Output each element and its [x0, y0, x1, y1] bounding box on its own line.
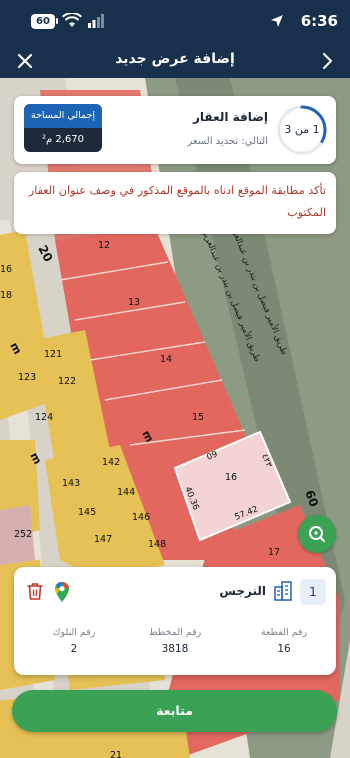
parcel-number: 146: [132, 512, 150, 523]
total-area-value: 2,670 م²: [41, 134, 85, 145]
search-location-icon: [309, 526, 325, 542]
battery-indicator: 60: [31, 14, 55, 29]
step-next-label: التالي: تحديد السعر: [187, 136, 268, 147]
parcel-number: 122: [58, 376, 76, 387]
parcel-number: 143: [62, 478, 80, 489]
parcel-number: 13: [128, 297, 140, 308]
parcel-number-label: رقم القطعة: [260, 627, 308, 638]
plan-number-value: 3818: [161, 643, 189, 655]
parcel-index-badge: 1: [300, 579, 326, 605]
block-number-field: رقم البلوك 2: [26, 627, 122, 655]
parcel-number: 145: [78, 507, 96, 518]
block-number-label: رقم البلوك: [52, 627, 96, 638]
building-icon: [274, 581, 292, 601]
neighborhood-name: النرجس: [219, 584, 266, 598]
parcel-number: 124: [35, 412, 53, 423]
plan-number-field: رقم المخطط 3818: [127, 627, 223, 655]
app-header: إضافة عرض جديد: [0, 44, 350, 78]
parcel-number: 142: [102, 457, 120, 468]
wifi-icon: [62, 13, 82, 27]
block-number-value: 2: [70, 643, 78, 655]
parcel-number: 144: [117, 487, 135, 498]
signal-icon: [88, 14, 104, 28]
location-warning: تأكد مطابقة الموقع ادناه بالموقع المذكور…: [14, 172, 336, 234]
parcel-number: 14: [160, 354, 172, 365]
parcel-number: 123: [18, 372, 36, 383]
total-area-label: إجمالي المساحة: [24, 104, 102, 128]
parcel-number: 21: [110, 750, 122, 758]
parcel-number: 121: [44, 349, 62, 360]
parcel-number: 18: [0, 290, 12, 301]
chevron-right-icon[interactable]: [316, 50, 338, 72]
status-time: 6:36: [300, 12, 338, 30]
parcel-number: 148: [148, 539, 166, 550]
parcel-number-field: رقم القطعة 16: [236, 627, 332, 655]
step-title: إضافة العقار: [193, 110, 268, 124]
parcel-number: 17: [268, 547, 280, 558]
status-bar: 60 6:36: [0, 0, 350, 44]
continue-button[interactable]: متابعة: [12, 690, 337, 732]
page-title: إضافة عرض جديد: [115, 51, 235, 67]
locate-button[interactable]: [298, 515, 336, 553]
parcel-details-card: 1 النرجس رقم القطعة 16 رقم المخطط 3818 ر…: [14, 567, 336, 675]
battery-tip: [56, 18, 58, 24]
parcel-number-value: 16: [277, 643, 291, 655]
parcel-number: 147: [94, 534, 112, 545]
parcel-number: 12: [98, 240, 110, 251]
step-card: 1 من 3 إضافة العقار التالي: تحديد السعر …: [14, 96, 336, 164]
total-area-box: إجمالي المساحة 2,670 م²: [24, 104, 102, 152]
parcel-number: 16: [0, 264, 12, 275]
parcel-number: 252: [14, 529, 32, 540]
plan-number-label: رقم المخطط: [148, 627, 202, 638]
trash-icon[interactable]: [26, 581, 44, 601]
parcel-number: 16: [225, 472, 237, 483]
location-arrow-icon: [271, 15, 283, 27]
google-maps-icon[interactable]: [54, 581, 70, 603]
step-counter: 1 من 3: [284, 123, 320, 136]
parcel-number: 15: [192, 412, 204, 423]
